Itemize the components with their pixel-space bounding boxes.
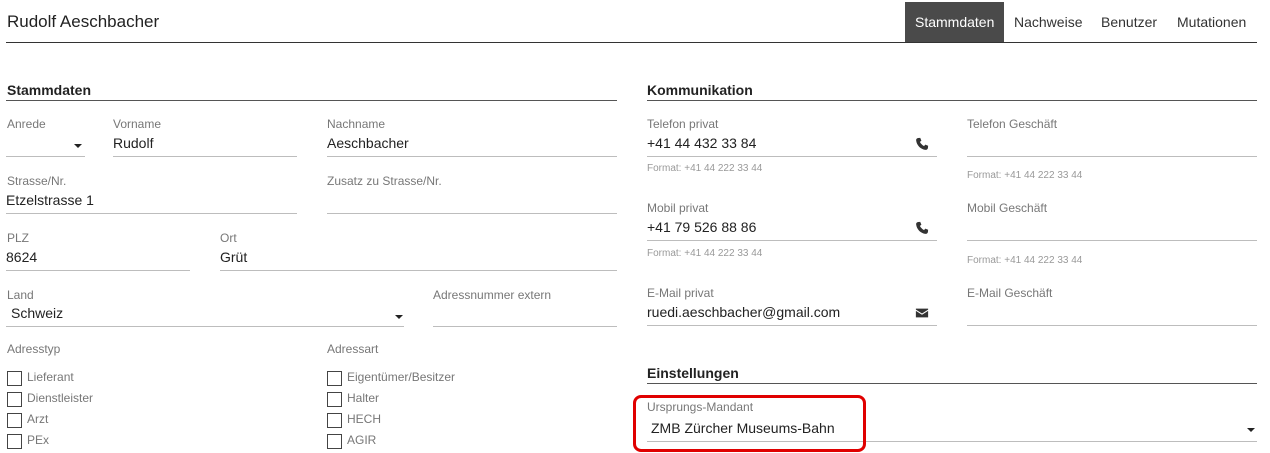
- nachname-label: Nachname: [327, 117, 386, 131]
- ort-input[interactable]: Grüt: [220, 246, 617, 271]
- section-divider: [647, 100, 1257, 101]
- section-divider: [647, 383, 1257, 384]
- checkbox-label: HECH: [347, 412, 382, 426]
- email-privat-label: E-Mail privat: [647, 286, 714, 300]
- email-geschaeft-input[interactable]: [967, 301, 1257, 326]
- adressnummer-input[interactable]: [433, 302, 617, 327]
- page-title: Rudolf Aeschbacher: [7, 12, 160, 31]
- telefon-geschaeft-input[interactable]: [967, 132, 1257, 157]
- adresstyp-label: Adresstyp: [7, 342, 61, 356]
- telefon-privat-input[interactable]: +41 44 432 33 84: [647, 132, 937, 157]
- format-hint: Format: +41 44 222 33 44: [647, 163, 763, 174]
- vorname-label: Vorname: [113, 117, 162, 131]
- tab-benutzer[interactable]: Benutzer: [1101, 2, 1157, 42]
- checkbox-eigentuemer[interactable]: [327, 371, 342, 386]
- email-geschaeft-label: E-Mail Geschäft: [967, 286, 1053, 300]
- caret-down-icon: [1247, 428, 1255, 432]
- section-title-einstellungen: Einstellungen: [647, 365, 739, 381]
- section-title-stammdaten: Stammdaten: [7, 82, 92, 98]
- plz-input[interactable]: 8624: [6, 246, 190, 271]
- strasse-input[interactable]: Etzelstrasse 1: [6, 189, 297, 214]
- checkbox-pex[interactable]: [7, 434, 22, 449]
- checkbox-dienstleister[interactable]: [7, 392, 22, 407]
- telefon-geschaeft-label: Telefon Geschäft: [967, 117, 1058, 131]
- checkbox-halter[interactable]: [327, 392, 342, 407]
- highlight-annotation: [633, 395, 866, 452]
- mobil-geschaeft-input[interactable]: [967, 216, 1257, 241]
- caret-down-icon: [74, 144, 82, 148]
- format-hint: Format: +41 44 222 33 44: [967, 170, 1083, 181]
- checkbox-arzt[interactable]: [7, 413, 22, 428]
- anrede-select[interactable]: [6, 132, 85, 157]
- mobil-privat-input[interactable]: +41 79 526 88 86: [647, 216, 937, 241]
- email-privat-input[interactable]: ruedi.aeschbacher@gmail.com: [647, 301, 937, 326]
- checkbox-hech[interactable]: [327, 413, 342, 428]
- land-select[interactable]: Schweiz: [6, 302, 404, 327]
- mobil-geschaeft-label: Mobil Geschäft: [967, 201, 1048, 215]
- tab-nachweise[interactable]: Nachweise: [1014, 2, 1082, 42]
- checkbox-label: AGIR: [347, 433, 377, 447]
- land-label: Land: [7, 288, 34, 302]
- checkbox-label: Lieferant: [27, 370, 74, 384]
- adressnummer-label: Adressnummer extern: [433, 288, 552, 302]
- zusatz-label: Zusatz zu Strasse/Nr.: [327, 174, 442, 188]
- envelope-icon[interactable]: [915, 306, 929, 320]
- checkbox-label: Halter: [347, 391, 380, 405]
- section-title-kommunikation: Kommunikation: [647, 82, 753, 98]
- checkbox-label: Dienstleister: [27, 391, 94, 405]
- section-divider: [6, 100, 617, 101]
- phone-icon[interactable]: [915, 221, 929, 235]
- checkbox-label: Arzt: [27, 412, 49, 426]
- caret-down-icon: [395, 315, 403, 319]
- tab-mutationen[interactable]: Mutationen: [1177, 2, 1246, 42]
- tab-stammdaten[interactable]: Stammdaten: [905, 2, 1005, 42]
- zusatz-input[interactable]: [327, 189, 617, 214]
- telefon-privat-label: Telefon privat: [647, 117, 719, 131]
- nachname-input[interactable]: Aeschbacher: [327, 132, 617, 157]
- phone-icon[interactable]: [915, 137, 929, 151]
- checkbox-label: Eigentümer/Besitzer: [347, 370, 456, 384]
- ort-label: Ort: [220, 231, 237, 245]
- checkbox-lieferant[interactable]: [7, 371, 22, 386]
- mobil-privat-label: Mobil privat: [647, 201, 709, 215]
- adressart-label: Adressart: [327, 342, 379, 356]
- header-divider: [6, 42, 1257, 43]
- plz-label: PLZ: [7, 231, 30, 245]
- checkbox-agir[interactable]: [327, 434, 342, 449]
- format-hint: Format: +41 44 222 33 44: [967, 255, 1083, 266]
- format-hint: Format: +41 44 222 33 44: [647, 248, 763, 259]
- strasse-label: Strasse/Nr.: [7, 174, 67, 188]
- vorname-input[interactable]: Rudolf: [113, 132, 297, 157]
- anrede-label: Anrede: [7, 117, 46, 131]
- checkbox-label: PEx: [27, 433, 50, 447]
